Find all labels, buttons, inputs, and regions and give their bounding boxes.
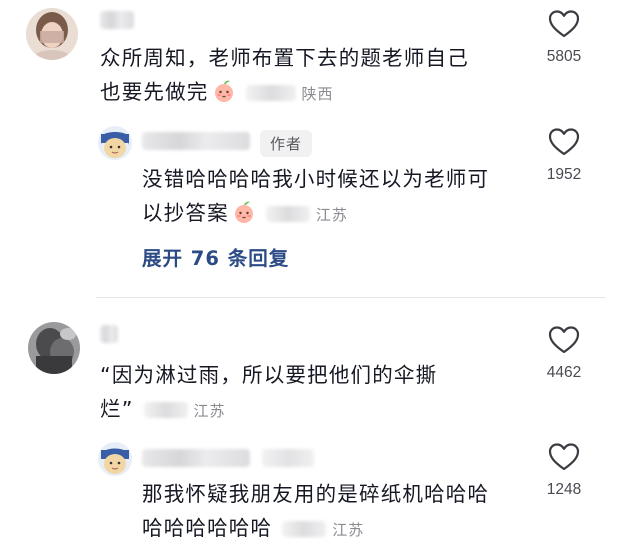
avatar-commenter-2[interactable] — [28, 322, 80, 374]
reply-2-badge-blurred — [262, 449, 314, 467]
like-heart-icon[interactable] — [548, 442, 580, 472]
avatar-reply-2[interactable] — [98, 442, 132, 476]
like-heart-icon[interactable] — [548, 325, 580, 355]
reply-1-text: 没错哈哈哈哈我小时候还以为老师可 以抄答案 江苏 — [142, 162, 489, 232]
comment-1-location: 陕西 — [301, 85, 334, 103]
author-badge: 作者 — [260, 130, 313, 157]
comment-2-text-line2: 烂” 江苏 — [100, 392, 437, 428]
reply-2-author-name-blurred[interactable] — [142, 449, 250, 467]
reply-1-time-blurred — [265, 206, 310, 222]
reply-1-like-count: 1952 — [546, 166, 582, 183]
peach-face-emoji-icon — [232, 200, 256, 224]
comment-1-text-line2-content: 也要先做完 — [100, 80, 209, 104]
commenter-1-name-blurred[interactable] — [100, 11, 134, 29]
reply-1-location: 江苏 — [315, 206, 348, 224]
comment-2-location: 江苏 — [193, 402, 226, 420]
comment-2-text-line2-content: 烂” — [100, 397, 134, 421]
comment-2-text-line1: “因为淋过雨，所以要把他们的伞撕 — [100, 363, 438, 387]
reply-1-text-line2: 以抄答案 江苏 — [142, 196, 489, 232]
reply-2-text-line2-content: 哈哈哈哈哈哈 — [142, 516, 273, 540]
reply-2-like-count: 1248 — [546, 481, 582, 498]
like-heart-icon[interactable] — [548, 127, 580, 157]
comment-1-text-line1: 众所周知，老师布置下去的题老师自己 — [100, 46, 469, 70]
peach-face-emoji-icon — [212, 79, 236, 103]
reply-1-text-line2-content: 以抄答案 — [142, 201, 229, 225]
comment-1-time-blurred — [245, 85, 296, 101]
comment-divider — [96, 297, 606, 298]
reply-2-location: 江苏 — [332, 521, 365, 539]
comment-1-like-count: 5805 — [546, 48, 582, 65]
comment-1-text-line2: 也要先做完 陕西 — [100, 75, 469, 111]
reply-2-text-line2: 哈哈哈哈哈哈 江苏 — [142, 511, 489, 547]
reply-2-text: 那我怀疑我朋友用的是碎纸机哈哈哈 哈哈哈哈哈哈 江苏 — [142, 477, 489, 547]
avatar-commenter-1[interactable] — [26, 8, 78, 60]
comment-2-time-blurred — [143, 402, 188, 418]
reply-2-text-line1: 那我怀疑我朋友用的是碎纸机哈哈哈 — [142, 482, 490, 506]
reply-2-time-blurred — [282, 521, 327, 537]
like-heart-icon[interactable] — [548, 9, 580, 39]
reply-1-text-line1: 没错哈哈哈哈我小时候还以为老师可 — [142, 167, 490, 191]
comment-2-like-count: 4462 — [546, 364, 582, 381]
commenter-2-name-blurred[interactable] — [100, 325, 118, 343]
comment-1-text: 众所周知，老师布置下去的题老师自己 也要先做完 陕西 — [100, 41, 469, 111]
avatar-author-reply-1[interactable] — [98, 126, 132, 160]
expand-replies-button[interactable]: 展开 76 条回复 — [142, 242, 289, 271]
reply-1-author-name-blurred[interactable] — [142, 132, 250, 150]
comment-2-text: “因为淋过雨，所以要把他们的伞撕 烂” 江苏 — [100, 358, 437, 428]
